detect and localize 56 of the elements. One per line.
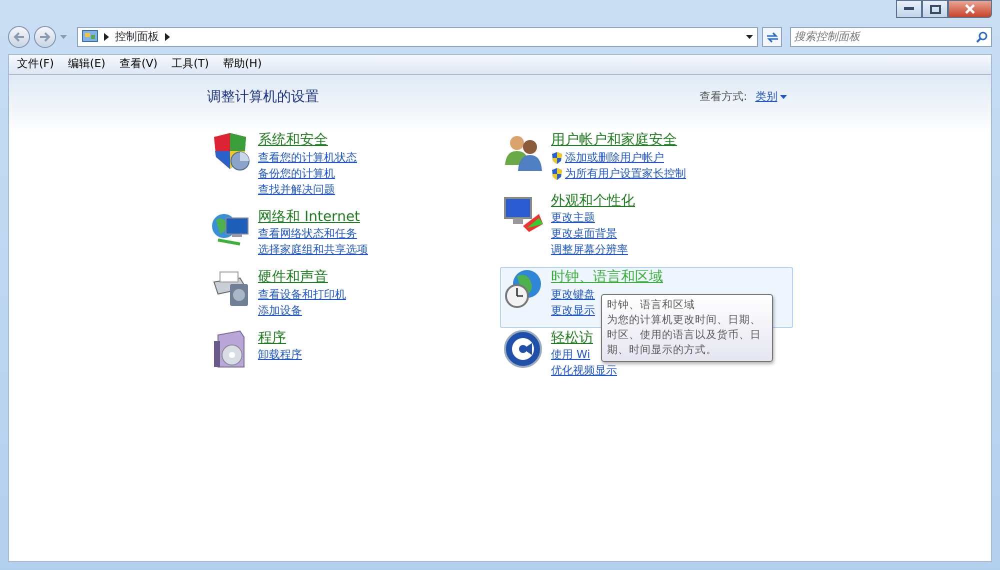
forward-button[interactable] — [34, 26, 56, 48]
task-link[interactable]: 查看您的计算机状态 — [258, 150, 357, 166]
maximize-icon — [930, 4, 940, 14]
page-heading: 调整计算机的设置 — [207, 88, 319, 107]
task-link[interactable]: 添加或删除用户帐户 — [551, 150, 686, 166]
category-title-link[interactable]: 系统和安全 — [258, 131, 328, 149]
search-icon — [976, 31, 988, 43]
category-title-link[interactable]: 用户帐户和家庭安全 — [551, 131, 677, 149]
minimize-icon — [904, 7, 914, 11]
menu-item[interactable]: 文件(F) — [11, 56, 60, 73]
menu-item[interactable]: 编辑(E) — [62, 56, 112, 73]
maximize-button[interactable] — [922, 0, 948, 18]
address-bar[interactable]: 控制面板 — [77, 27, 758, 47]
tooltip-title: 时钟、语言和区域 — [607, 298, 696, 313]
task-link[interactable]: 查看设备和打印机 — [258, 286, 346, 302]
category-title-link[interactable]: 硬件和声音 — [258, 268, 328, 286]
chevron-icon — [104, 33, 109, 41]
menu-item[interactable]: 帮助(H) — [216, 56, 268, 73]
task-link[interactable]: 更改桌面背景 — [551, 226, 635, 242]
accessibility-dial-icon[interactable] — [503, 328, 543, 368]
task-link[interactable]: 查找并解决问题 — [258, 182, 357, 198]
shield-icon — [551, 168, 563, 180]
task-link[interactable]: 更改主题 — [551, 210, 635, 226]
globe-clock-icon[interactable] — [503, 268, 543, 308]
category-title-link[interactable]: 程序 — [258, 328, 286, 346]
close-button[interactable] — [948, 0, 992, 18]
refresh-button[interactable] — [762, 27, 782, 47]
forward-arrow-icon — [39, 32, 51, 42]
dropdown-caret-icon[interactable] — [746, 34, 753, 40]
tooltip-text: 为您的计算机更改时间、日期、时区、使用的语言以及货币、日期、时间显示的方式。 — [607, 313, 762, 358]
task-link[interactable]: 备份您的计算机 — [258, 166, 357, 182]
task-link[interactable]: 优化视频显示 — [551, 363, 617, 379]
back-arrow-icon — [13, 32, 25, 42]
task-link[interactable]: 查看网络状态和任务 — [258, 226, 368, 242]
menu-item[interactable]: 工具(T) — [166, 56, 215, 73]
control-panel-icon — [82, 30, 98, 44]
search-field[interactable]: 搜索控制面板 — [790, 27, 992, 47]
task-link[interactable]: 卸载程序 — [258, 347, 302, 363]
chevron-icon[interactable] — [164, 33, 170, 41]
category-title-link[interactable]: 轻松访 — [551, 328, 593, 346]
refresh-arrows-icon — [766, 32, 778, 42]
task-link[interactable]: 为所有用户设置家长控制 — [551, 166, 686, 182]
back-button[interactable] — [8, 26, 30, 48]
dropdown-caret-icon — [780, 95, 787, 100]
minimize-button[interactable] — [896, 0, 922, 18]
category-title-link[interactable]: 网络和 Internet — [258, 208, 360, 226]
close-icon — [965, 4, 975, 14]
view-by-link[interactable]: 类别 — [755, 89, 787, 106]
task-link[interactable]: 添加设备 — [258, 302, 346, 318]
category-title-link[interactable]: 外观和个性化 — [551, 192, 635, 210]
menu-item[interactable]: 查看(V) — [113, 56, 164, 73]
breadcrumb-item[interactable]: 控制面板 — [115, 28, 159, 46]
view-by-label: 查看方式: — [700, 89, 748, 106]
task-link[interactable]: 调整屏幕分辨率 — [551, 242, 635, 258]
task-link[interactable]: 选择家庭组和共享选项 — [258, 242, 368, 258]
shield-icon — [551, 152, 563, 164]
